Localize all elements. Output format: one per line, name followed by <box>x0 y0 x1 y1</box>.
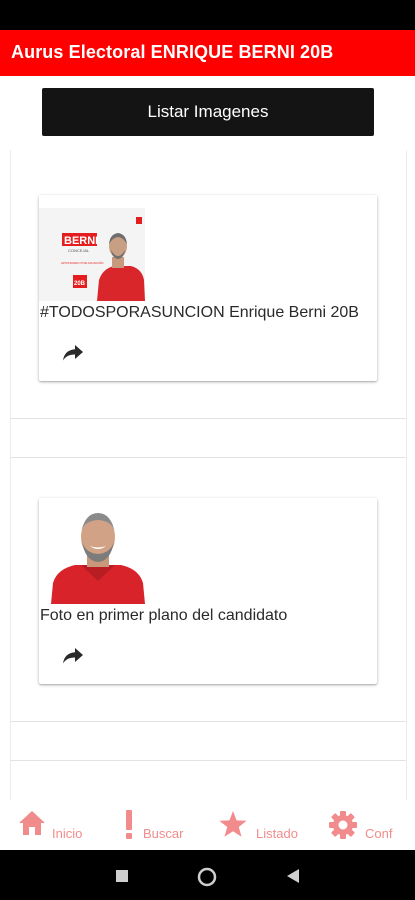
poster-number: 20B <box>74 281 86 287</box>
gear-icon <box>329 811 357 839</box>
posts-list[interactable]: BERNI CONCEJAL APOSTANDO POR ASUNCIÓN 20… <box>10 150 407 800</box>
exclamation-icon <box>126 810 132 839</box>
home-button[interactable] <box>196 866 218 888</box>
post-caption: #TODOSPORASUNCION Enrique Berni 20B <box>40 304 359 321</box>
share-icon[interactable] <box>61 645 85 665</box>
nav-label: Inicio <box>52 826 83 841</box>
portrait-graphic <box>51 509 145 604</box>
bottom-navigation: Inicio Buscar Listado Conf <box>0 800 415 850</box>
poster-brand: BERNI <box>64 235 98 247</box>
divider <box>11 760 406 761</box>
star-icon <box>219 811 247 837</box>
nav-label: Buscar <box>143 826 184 841</box>
list-images-button[interactable]: Listar Imagenes <box>42 88 374 136</box>
nav-item-conf[interactable]: Conf <box>328 810 400 842</box>
post-card: Foto en primer plano del candidato <box>39 498 377 684</box>
poster-tagline: APOSTANDO POR ASUNCIÓN <box>61 260 103 265</box>
nav-item-inicio[interactable]: Inicio <box>18 810 90 842</box>
post-card: BERNI CONCEJAL APOSTANDO POR ASUNCIÓN 20… <box>39 195 377 381</box>
share-icon[interactable] <box>61 342 85 362</box>
nav-label: Listado <box>256 826 298 841</box>
nav-item-buscar[interactable]: Buscar <box>122 810 194 842</box>
divider <box>11 457 406 458</box>
campaign-poster-image[interactable]: BERNI CONCEJAL APOSTANDO POR ASUNCIÓN 20… <box>39 208 145 301</box>
status-bar <box>0 0 415 30</box>
post-caption: Foto en primer plano del candidato <box>40 607 288 624</box>
poster-graphic: BERNI CONCEJAL APOSTANDO POR ASUNCIÓN 20… <box>39 208 145 301</box>
divider <box>11 721 406 722</box>
back-button[interactable] <box>285 868 301 884</box>
app-title: Aurus Electoral ENRIQUE BERNI 20B <box>11 42 334 62</box>
home-icon <box>19 811 45 835</box>
nav-label: Conf <box>365 826 393 841</box>
system-navigation-bar <box>0 850 415 900</box>
candidate-portrait-image[interactable] <box>51 509 145 604</box>
divider <box>11 418 406 419</box>
app-bar: Aurus Electoral ENRIQUE BERNI 20B <box>0 30 415 76</box>
recents-button[interactable] <box>115 869 129 883</box>
poster-subtitle: CONCEJAL <box>68 248 90 253</box>
nav-item-listado[interactable]: Listado <box>218 810 306 842</box>
